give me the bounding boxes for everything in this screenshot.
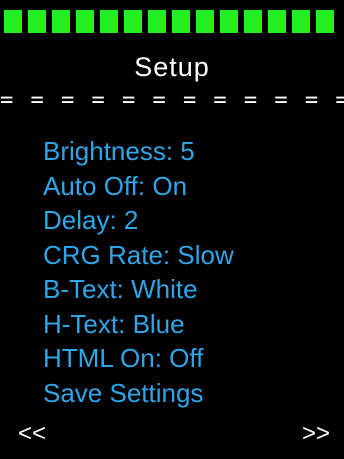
level-segment bbox=[316, 10, 334, 33]
level-segment bbox=[244, 10, 262, 33]
level-segment bbox=[196, 10, 214, 33]
previous-page-button[interactable]: << bbox=[18, 420, 46, 448]
menu-item-html-on[interactable]: HTML On: Off bbox=[43, 341, 234, 376]
menu-item-save-settings[interactable]: Save Settings bbox=[43, 376, 234, 411]
setup-screen: Setup = = = = = = = = = = = = = = = = = … bbox=[0, 0, 344, 459]
level-segment bbox=[220, 10, 238, 33]
level-bar bbox=[4, 10, 344, 33]
level-segment bbox=[76, 10, 94, 33]
title-divider: = = = = = = = = = = = = = = = = = = = bbox=[0, 93, 344, 109]
menu-item-h-text[interactable]: H-Text: Blue bbox=[43, 307, 234, 342]
menu-item-crg-rate[interactable]: CRG Rate: Slow bbox=[43, 238, 234, 273]
settings-menu: Brightness: 5 Auto Off: On Delay: 2 CRG … bbox=[43, 134, 234, 410]
level-segment bbox=[124, 10, 142, 33]
level-segment bbox=[268, 10, 286, 33]
next-page-button[interactable]: >> bbox=[302, 420, 330, 448]
menu-item-brightness[interactable]: Brightness: 5 bbox=[43, 134, 234, 169]
level-segment bbox=[172, 10, 190, 33]
page-title: Setup bbox=[134, 52, 210, 82]
level-segment bbox=[292, 10, 310, 33]
menu-item-auto-off[interactable]: Auto Off: On bbox=[43, 169, 234, 204]
level-segment bbox=[100, 10, 118, 33]
level-segment bbox=[52, 10, 70, 33]
menu-item-b-text[interactable]: B-Text: White bbox=[43, 272, 234, 307]
level-segment bbox=[4, 10, 22, 33]
menu-item-delay[interactable]: Delay: 2 bbox=[43, 203, 234, 238]
level-segment bbox=[148, 10, 166, 33]
level-segment bbox=[28, 10, 46, 33]
